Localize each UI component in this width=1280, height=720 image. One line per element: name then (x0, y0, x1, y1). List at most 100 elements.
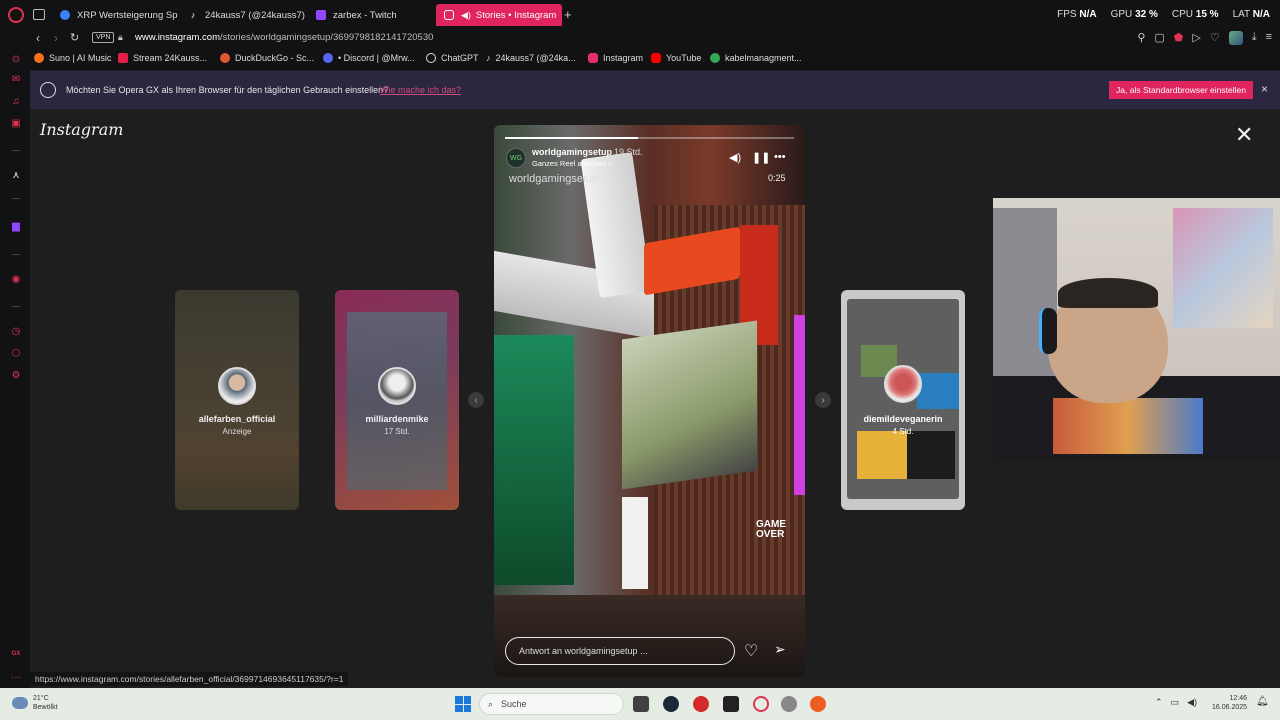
pause-icon[interactable]: ❚❚ (752, 151, 770, 164)
bookmark-stream[interactable]: Stream 24Kauss... (118, 53, 207, 63)
bookmark-tiktok[interactable]: ♪ 24kauss7 (@24ka... (486, 53, 576, 63)
headset-icon (1039, 308, 1057, 354)
more-icon[interactable]: ··· (10, 672, 22, 683)
story-avatar[interactable]: WG (506, 148, 526, 168)
cloud-icon[interactable] (12, 697, 28, 709)
opera-logo-icon[interactable] (8, 7, 24, 23)
instagram-icon (444, 10, 454, 20)
bookmark-youtube[interactable]: YouTube (651, 53, 701, 63)
media-icon[interactable]: ▣ (10, 118, 22, 129)
network-icon[interactable]: ▭ (1171, 697, 1180, 708)
gx-icon[interactable]: GX (10, 651, 22, 657)
tab-instagram-stories[interactable]: ◀) Stories • Instagram (436, 4, 562, 26)
url-field[interactable]: www.instagram.com/stories/worldgamingset… (135, 32, 433, 43)
youtube-icon (651, 53, 661, 63)
full-reel-link[interactable]: Ganzes Reel ansehen › (532, 159, 611, 168)
forward-icon[interactable]: › (54, 31, 58, 45)
workspaces-icon[interactable] (33, 9, 45, 20)
story-time: 19 Std. (614, 147, 643, 157)
story-subtitle: Anzeige (222, 427, 252, 436)
windows-taskbar: 21°C Bewölkt ⌕ Suche ⌃ ▭ ◀) 12:46 16.06.… (0, 688, 1280, 720)
twitch-icon[interactable]: ▆ (10, 221, 22, 232)
speaker-icon[interactable]: ◀) (461, 10, 471, 21)
bookmark-duckduckgo[interactable]: DuckDuckGo - Sc... (220, 53, 314, 63)
heart-icon[interactable]: ♡ (1210, 31, 1220, 45)
story-overlay-title: worldgamingsetup (509, 173, 599, 185)
profile-avatar[interactable] (1228, 31, 1243, 45)
download-icon[interactable]: ⤓ (1252, 31, 1257, 45)
epic-games-icon[interactable] (723, 696, 739, 712)
chatgpt-icon (426, 53, 436, 63)
suno-icon (34, 53, 44, 63)
back-icon[interactable]: ‹ (36, 31, 40, 45)
story-preview-allefarben[interactable]: allefarben_official Anzeige (175, 290, 299, 510)
bookmark-kabelmanagement[interactable]: kabelmanagment... (710, 53, 802, 63)
avatar (218, 367, 256, 405)
windows-start-icon[interactable] (455, 696, 471, 712)
taskbar-clock[interactable]: 12:46 16.06.2025 (1212, 694, 1247, 712)
story-username: milliardenmike (365, 414, 429, 424)
play-icon[interactable]: ▷ (1192, 31, 1200, 45)
steam-icon[interactable] (663, 696, 679, 712)
next-story-icon[interactable]: › (815, 392, 831, 408)
tiktok-icon: ♪ (486, 53, 491, 63)
tab-xrp[interactable]: XRP Wertsteigerung Spe... (52, 4, 178, 26)
bookmark-discord[interactable]: • Discord | @Mrw... (323, 53, 415, 63)
set-default-browser-button[interactable]: Ja, als Standardbrowser einstellen (1109, 81, 1253, 99)
instagram-icon (588, 53, 598, 63)
more-options-icon[interactable]: ••• (774, 151, 786, 163)
file-explorer-icon[interactable] (633, 696, 649, 712)
vpn-badge[interactable]: VPN (92, 32, 115, 43)
send-icon[interactable]: ➢ (774, 641, 786, 658)
pin-icon[interactable]: ⚲ (1137, 31, 1145, 45)
music-icon[interactable]: ♫ (10, 96, 22, 107)
notification-bell-icon[interactable]: 🔔︎ (1256, 696, 1269, 707)
active-story[interactable]: GAME OVER WG worldgamingsetup 19 Std. Ga… (494, 125, 805, 677)
bookmark-chatgpt[interactable]: ChatGPT (426, 53, 479, 63)
game-over-sign: GAME OVER (756, 519, 786, 540)
banner-close-icon[interactable]: × (1261, 82, 1268, 96)
story-preview-milliardenmike[interactable]: milliardenmike 17 Std. (335, 290, 459, 510)
search-icon: ⌕ (488, 698, 494, 709)
gear-app-icon[interactable] (781, 696, 797, 712)
story-duration: 0:25 (768, 173, 786, 183)
lock-icon[interactable]: 🔒︎ (118, 32, 123, 43)
news-icon[interactable]: ⊙ (10, 54, 22, 65)
messenger-icon[interactable]: ✉ (10, 74, 22, 85)
instagram-logo[interactable]: Instagram (40, 120, 123, 139)
bookmark-suno[interactable]: Suno | AI Music (34, 53, 111, 63)
weather-widget[interactable]: 21°C Bewölkt (33, 694, 58, 712)
tab-bar: XRP Wertsteigerung Spe... ♪ 24kauss7 (@2… (0, 0, 1280, 30)
extensions-icon[interactable]: ⬡ (10, 348, 22, 359)
bookmark-instagram[interactable]: Instagram (588, 53, 643, 63)
taskbar-search[interactable]: ⌕ Suche (479, 693, 624, 715)
player-icon[interactable]: ◉ (10, 274, 22, 285)
history-icon[interactable]: ◷ (10, 326, 22, 337)
reply-input[interactable] (505, 637, 735, 665)
close-stories-icon[interactable]: ✕ (1235, 122, 1253, 148)
avatar (884, 365, 922, 403)
volume-icon[interactable]: ◀) (729, 151, 741, 164)
banner-help-link[interactable]: Wie mache ich das? (380, 85, 461, 95)
settings-icon[interactable]: ⚙ (10, 370, 22, 381)
speaker-icon[interactable]: ◀) (1187, 697, 1197, 708)
tiktok-icon: ♪ (190, 10, 196, 20)
tab-twitch[interactable]: zarbex - Twitch (308, 4, 434, 26)
opera-gx-icon[interactable] (753, 696, 769, 712)
red-app-icon[interactable] (693, 696, 709, 712)
story-username[interactable]: worldgamingsetup (532, 147, 612, 157)
snapshot-icon[interactable]: ▢ (1154, 31, 1164, 45)
story-preview-diemildeveganerin[interactable]: diemildeveganerin 4 Std. (841, 290, 965, 510)
like-heart-icon[interactable]: ♡ (744, 641, 758, 661)
menu-icon[interactable]: ≡ (1266, 31, 1272, 45)
shield-icon[interactable]: ⬟ (1174, 31, 1184, 45)
previous-story-icon[interactable]: ‹ (468, 392, 484, 408)
chevron-up-icon[interactable]: ⌃ (1155, 697, 1163, 708)
sidebar: ⊙ ✉ ♫ ▣ ⋏ ▆ ◉ ◷ ⬡ ⚙ GX ··· (0, 48, 30, 688)
new-tab-button[interactable]: + (564, 7, 572, 22)
opera-logo-icon (40, 82, 56, 98)
ea-app-icon[interactable] (810, 696, 826, 712)
arrow-icon[interactable]: ⋏ (10, 170, 22, 181)
tab-tiktok[interactable]: ♪ 24kauss7 (@24kauss7) | (180, 4, 306, 26)
reload-icon[interactable]: ↻ (70, 31, 79, 44)
